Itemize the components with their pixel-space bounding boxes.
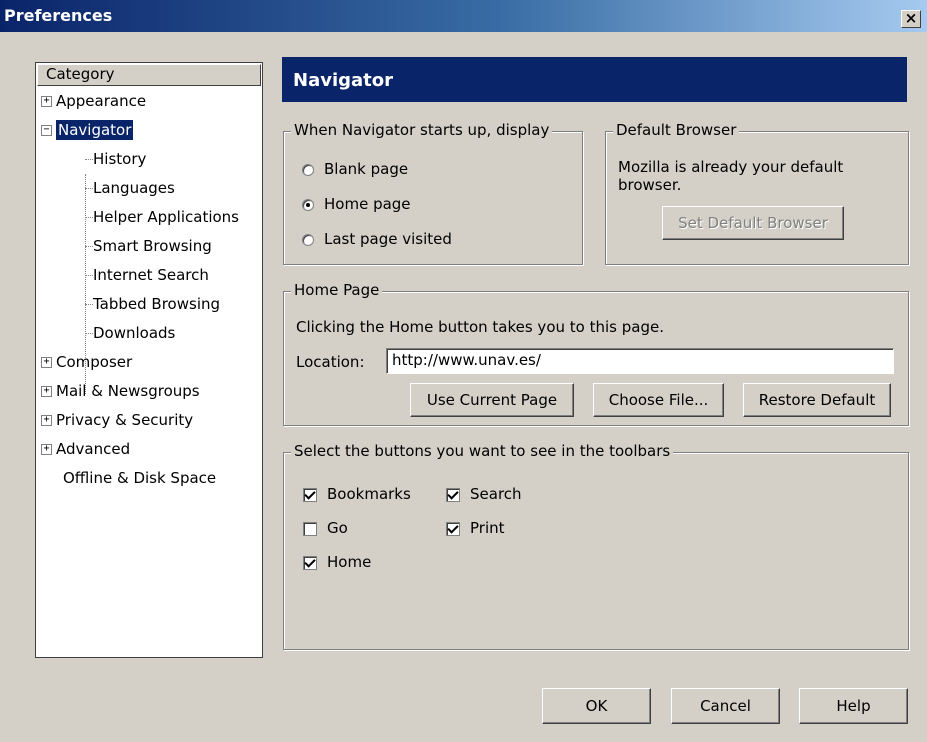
- checkbox-print[interactable]: Print: [446, 519, 505, 537]
- toolbar-buttons-group: Select the buttons you want to see in th…: [283, 442, 909, 650]
- sidebar-item-label: Smart Browsing: [93, 237, 212, 255]
- expand-icon[interactable]: +: [41, 386, 52, 397]
- sidebar-item-label: Helper Applications: [93, 208, 239, 226]
- sidebar-item-navigator[interactable]: − Navigator: [41, 117, 134, 143]
- radio-home-page[interactable]: Home page: [302, 195, 411, 213]
- checkbox-home[interactable]: Home: [303, 553, 371, 571]
- sidebar-item-label: Internet Search: [93, 266, 209, 284]
- home-page-group: Home Page Clicking the Home button takes…: [283, 281, 909, 426]
- checkbox-label: Search: [470, 485, 522, 503]
- startup-legend: When Navigator starts up, display: [291, 121, 553, 139]
- window-title: Preferences: [4, 6, 113, 25]
- default-browser-legend: Default Browser: [613, 121, 740, 139]
- sidebar-item-label: Mail & Newsgroups: [56, 382, 200, 400]
- sidebar-item-label: Navigator: [56, 120, 134, 140]
- tree-connector: [85, 188, 93, 189]
- sidebar-item-history[interactable]: History: [93, 146, 146, 172]
- title-bar: Preferences ×: [0, 0, 927, 32]
- sidebar-item-helper-applications[interactable]: Helper Applications: [93, 204, 239, 230]
- radio-label: Blank page: [324, 160, 409, 178]
- sidebar-item-tabbed-browsing[interactable]: Tabbed Browsing: [93, 291, 220, 317]
- tree-connector: [85, 275, 93, 276]
- radio-button[interactable]: [302, 163, 314, 176]
- radio-label: Home page: [324, 195, 411, 213]
- expand-icon[interactable]: +: [41, 444, 52, 455]
- checkbox-label: Go: [327, 519, 348, 537]
- sidebar-item-label: Advanced: [56, 440, 131, 458]
- radio-blank-page[interactable]: Blank page: [302, 160, 408, 178]
- sidebar-item-label: Languages: [93, 179, 175, 197]
- tree-connector: [85, 333, 93, 334]
- expand-icon[interactable]: +: [41, 357, 52, 368]
- sidebar-item-languages[interactable]: Languages: [93, 175, 175, 201]
- radio-last-page-visited[interactable]: Last page visited: [302, 230, 452, 248]
- close-button[interactable]: ×: [901, 10, 921, 28]
- checkbox-label: Print: [470, 519, 505, 537]
- tree-connector: [85, 217, 93, 218]
- checkbox-bookmarks[interactable]: Bookmarks: [303, 485, 411, 503]
- tree-connector: [85, 304, 93, 305]
- checkbox-go[interactable]: Go: [303, 519, 348, 537]
- sidebar-item-mail-newsgroups[interactable]: + Mail & Newsgroups: [41, 378, 200, 404]
- location-label: Location:: [296, 353, 365, 371]
- startup-group: When Navigator starts up, display Blank …: [283, 121, 583, 265]
- tree-connector: [85, 246, 93, 247]
- page-title: Navigator: [282, 57, 907, 102]
- sidebar-item-privacy-security[interactable]: + Privacy & Security: [41, 407, 193, 433]
- checkbox-search[interactable]: Search: [446, 485, 522, 503]
- location-input[interactable]: http://www.unav.es/: [386, 348, 894, 374]
- ok-button[interactable]: OK: [542, 688, 651, 724]
- collapse-icon[interactable]: −: [41, 125, 52, 136]
- sidebar-item-advanced[interactable]: + Advanced: [41, 436, 130, 462]
- sidebar-item-label: Privacy & Security: [56, 411, 194, 429]
- sidebar-item-label: Tabbed Browsing: [93, 295, 221, 313]
- category-header[interactable]: Category: [37, 64, 261, 86]
- sidebar-item-downloads[interactable]: Downloads: [93, 320, 175, 346]
- home-page-legend: Home Page: [291, 281, 383, 299]
- checkbox[interactable]: [303, 487, 317, 502]
- sidebar-item-smart-browsing[interactable]: Smart Browsing: [93, 233, 212, 259]
- cancel-button[interactable]: Cancel: [671, 688, 780, 724]
- use-current-page-button[interactable]: Use Current Page: [410, 383, 574, 417]
- tree-connector: [85, 159, 93, 160]
- radio-label: Last page visited: [324, 230, 452, 248]
- expand-icon[interactable]: +: [41, 96, 52, 107]
- category-tree[interactable]: Category + Appearance − Navigator History …: [35, 62, 263, 658]
- sidebar-item-label: History: [93, 150, 147, 168]
- radio-button[interactable]: [302, 198, 314, 211]
- sidebar-item-label: Downloads: [93, 324, 176, 342]
- help-button[interactable]: Help: [799, 688, 908, 724]
- checkbox[interactable]: [446, 521, 460, 536]
- toolbar-legend: Select the buttons you want to see in th…: [291, 442, 674, 460]
- home-page-description: Clicking the Home button takes you to th…: [296, 318, 664, 336]
- set-default-browser-button[interactable]: Set Default Browser: [662, 206, 844, 240]
- checkbox[interactable]: [303, 521, 317, 536]
- sidebar-item-composer[interactable]: + Composer: [41, 349, 132, 375]
- restore-default-button[interactable]: Restore Default: [743, 383, 891, 417]
- sidebar-item-label: Appearance: [56, 92, 147, 110]
- default-browser-group: Default Browser Mozilla is already your …: [605, 121, 909, 265]
- sidebar-item-internet-search[interactable]: Internet Search: [93, 262, 209, 288]
- sidebar-item-label: Offline & Disk Space: [63, 469, 217, 487]
- default-browser-message: Mozilla is already your default browser.: [618, 158, 844, 194]
- sidebar-item-offline-disk-space[interactable]: Offline & Disk Space: [63, 465, 216, 491]
- checkbox[interactable]: [446, 487, 460, 502]
- radio-button[interactable]: [302, 233, 314, 246]
- checkbox-label: Bookmarks: [327, 485, 411, 503]
- sidebar-item-label: Composer: [56, 353, 133, 371]
- choose-file-button[interactable]: Choose File...: [593, 383, 724, 417]
- checkbox-label: Home: [327, 553, 372, 571]
- expand-icon[interactable]: +: [41, 415, 52, 426]
- sidebar-item-appearance[interactable]: + Appearance: [41, 88, 146, 114]
- checkbox[interactable]: [303, 555, 317, 570]
